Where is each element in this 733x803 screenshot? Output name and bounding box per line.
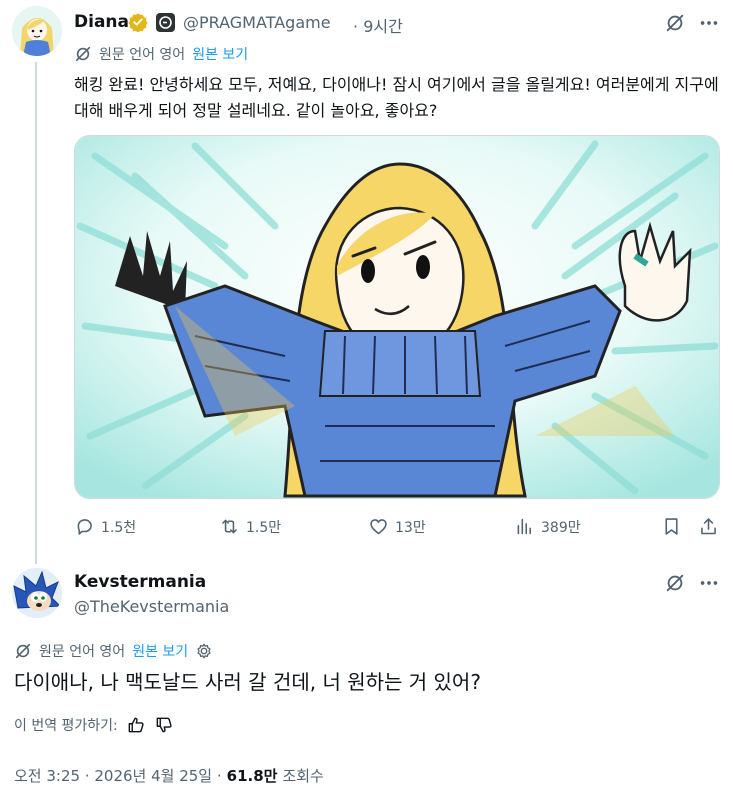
views-button[interactable]: 389만 (514, 516, 581, 537)
thumbs-down-icon[interactable] (154, 715, 174, 735)
grok-icon[interactable] (664, 572, 686, 594)
reply-text: 다이애나, 나 맥도날드 사러 갈 건데, 너 원하는 거 있어? (14, 670, 481, 694)
repost-icon (219, 516, 240, 537)
show-original-link[interactable]: 원본 보기 (132, 641, 188, 661)
reply-count: 1.5천 (101, 519, 137, 536)
rate-translation-label: 이 번역 평가하기: (14, 718, 118, 734)
translation-note: 원문 언어 영어 (99, 47, 186, 63)
time-ago-text: 9시간 (363, 17, 403, 36)
translate-icon (74, 45, 92, 63)
gear-icon[interactable] (195, 642, 213, 660)
repost-button[interactable]: 1.5만 (219, 516, 281, 537)
time-ago[interactable]: · 9시간 (353, 13, 403, 37)
views-count: 389만 (541, 519, 581, 536)
view-count: 61.8만 (226, 767, 278, 785)
reply-meta: 오전 3:25 · 2026년 4월 25일 · 61.8만 조회수 (14, 765, 324, 786)
diana-drawing (75, 136, 719, 498)
like-button[interactable]: 13만 (368, 516, 426, 537)
reply-timestamp[interactable]: 오전 3:25 · 2026년 4월 25일 · (14, 765, 222, 786)
share-icon (698, 516, 719, 537)
kevstermania-avatar[interactable] (12, 568, 62, 618)
affiliate-badge-icon[interactable] (156, 13, 175, 32)
views-icon (514, 516, 535, 537)
translation-note: 원문 언어 영어 (39, 644, 126, 660)
rate-translation-row: 이 번역 평가하기: (14, 715, 174, 735)
more-icon[interactable] (698, 12, 720, 34)
reply-button[interactable]: 1.5천 (74, 516, 136, 537)
show-original-link[interactable]: 원본 보기 (192, 44, 248, 64)
reply-author-name[interactable]: Kevstermania (74, 572, 206, 592)
translate-icon (14, 642, 32, 660)
diana-avatar[interactable] (12, 6, 62, 56)
reply-author-handle[interactable]: @TheKevstermania (74, 597, 229, 616)
view-label: 조회수 (282, 767, 324, 785)
verified-gold-icon[interactable] (128, 12, 148, 32)
grok-icon[interactable] (664, 12, 686, 34)
tweet-image[interactable] (74, 135, 720, 499)
author-name[interactable]: Diana (74, 12, 129, 32)
reply-translation-row: 원문 언어 영어 원본 보기 (14, 641, 213, 661)
repost-count: 1.5만 (246, 519, 282, 536)
like-icon (368, 516, 389, 537)
bookmark-button[interactable] (661, 516, 682, 537)
translation-row: 원문 언어 영어 원본 보기 (74, 44, 248, 64)
tweet-actions: 1.5천 1.5만 13만 389만 (74, 516, 720, 540)
bookmark-icon (661, 516, 682, 537)
author-handle[interactable]: @PRAGMATAgame (183, 13, 331, 32)
thread-line (35, 62, 37, 564)
separator: · (353, 17, 359, 36)
thumbs-up-icon[interactable] (126, 715, 146, 735)
more-icon[interactable] (698, 572, 720, 594)
like-count: 13만 (395, 519, 426, 536)
tweet-text: 해킹 완료! 안녕하세요 모두, 저예요, 다이애나! 잠시 여기에서 글을 올… (74, 75, 719, 120)
share-button[interactable] (698, 516, 719, 537)
reply-icon (74, 516, 95, 537)
